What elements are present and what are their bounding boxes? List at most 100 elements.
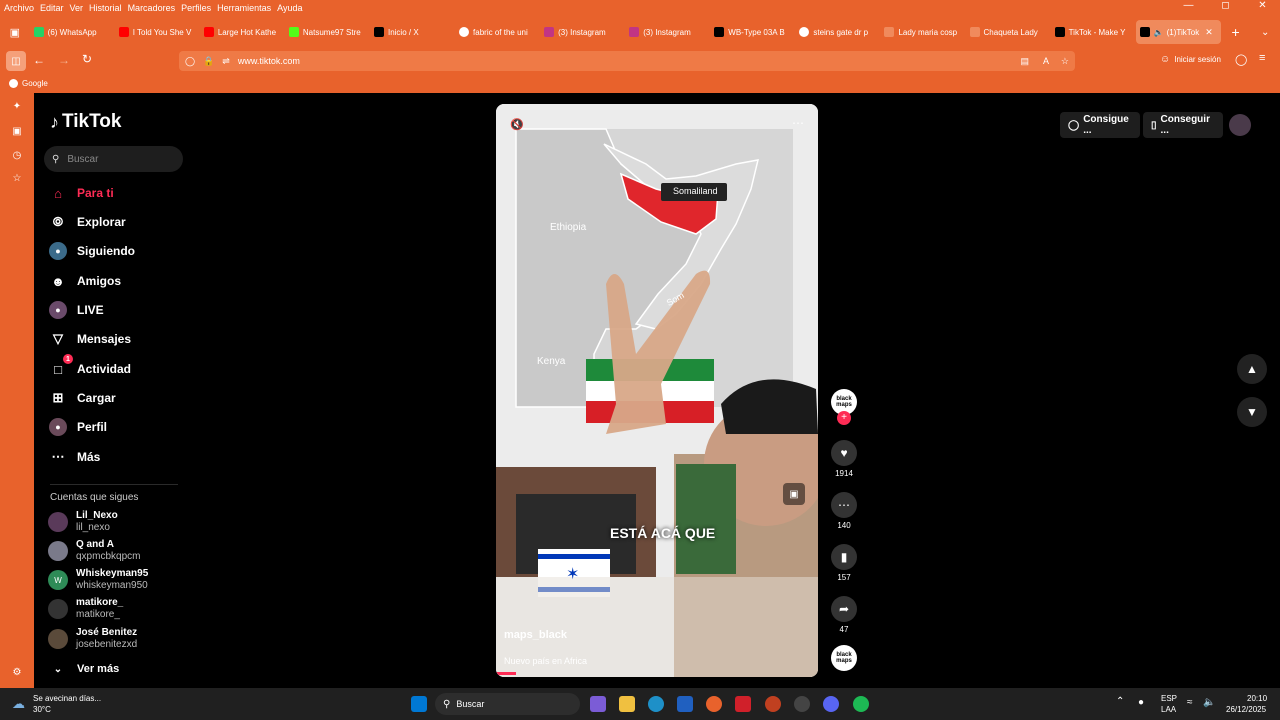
signin-button[interactable]: ☺ Iniciar sesión: [1160, 54, 1221, 65]
profile-avatar[interactable]: [1229, 114, 1251, 136]
nav-para-ti[interactable]: ⌂ Para ti: [49, 180, 209, 206]
nav-actividad[interactable]: □ 1 Actividad: [49, 354, 209, 382]
tray-chevron-icon[interactable]: ⌃: [1116, 696, 1124, 707]
share-button[interactable]: ➦ 47: [829, 596, 859, 634]
reload-icon[interactable]: ↻: [82, 52, 92, 66]
menu-marcadores[interactable]: Marcadores: [128, 3, 176, 13]
store-icon[interactable]: [677, 696, 693, 712]
spotify-icon[interactable]: [853, 696, 869, 712]
windows-start-icon[interactable]: [411, 696, 427, 712]
tab[interactable]: fabric of the uni: [455, 20, 540, 44]
edge-icon[interactable]: [648, 696, 664, 712]
nav-mas[interactable]: ⋯ Más: [49, 444, 209, 470]
nav-siguiendo[interactable]: ● Siguiendo: [49, 238, 209, 264]
tab[interactable]: steins gate dr p: [795, 20, 880, 44]
close-tab-icon[interactable]: ✕: [1205, 27, 1213, 38]
mute-icon[interactable]: 🔇: [510, 118, 524, 131]
synced-tabs-icon[interactable]: ▣: [11, 126, 23, 138]
permissions-icon[interactable]: ⇌: [222, 56, 230, 67]
menu-archivo[interactable]: Archivo: [4, 3, 34, 13]
keyboard-layout[interactable]: LAA: [1161, 705, 1176, 714]
more-options-icon[interactable]: ⋯: [792, 116, 804, 130]
pip-icon[interactable]: ▣: [783, 483, 805, 505]
shield-icon[interactable]: ◯: [185, 56, 195, 67]
menu-ayuda[interactable]: Ayuda: [277, 3, 302, 13]
bookmarks-icon[interactable]: ☆: [11, 173, 23, 185]
mic-icon[interactable]: ●: [1138, 697, 1144, 708]
file-explorer-icon[interactable]: [619, 696, 635, 712]
settings-gear-icon[interactable]: ⚙: [11, 667, 23, 679]
close-window-button[interactable]: ✕: [1247, 0, 1278, 11]
volume-icon[interactable]: 🔈: [1203, 697, 1215, 708]
menu-herramientas[interactable]: Herramientas: [217, 3, 271, 13]
menu-icon[interactable]: ≡: [1259, 52, 1265, 64]
following-item[interactable]: Lil_Nexo lil_nexo: [48, 508, 208, 536]
youtube-app-icon[interactable]: [735, 696, 751, 712]
extensions-icon[interactable]: ◯: [1235, 53, 1247, 66]
tab[interactable]: (3) Instagram: [540, 20, 625, 44]
see-more-link[interactable]: ⌄ Ver más: [49, 656, 209, 682]
tab[interactable]: I Told You She V: [115, 20, 200, 44]
weather-text[interactable]: Se avecinan días...: [33, 694, 101, 703]
url-bar[interactable]: ◯ 🔒 ⇌ www.tiktok.com ▤ A ☆: [179, 51, 1075, 71]
author-avatar[interactable]: black maps +: [829, 389, 859, 425]
reader-icon[interactable]: ▤: [1020, 56, 1029, 67]
back-icon[interactable]: ←: [33, 53, 45, 67]
nav-cargar[interactable]: ⊞ Cargar: [49, 385, 209, 411]
copilot-icon[interactable]: [590, 696, 606, 712]
tab[interactable]: (3) Instagram: [625, 20, 710, 44]
weather-icon[interactable]: ☁: [12, 696, 25, 712]
tab-overview-icon[interactable]: ▣: [0, 26, 30, 39]
steam-icon[interactable]: [794, 696, 810, 712]
sidebar-toggle-icon[interactable]: ◫: [6, 51, 26, 71]
bookmark-google[interactable]: Google: [22, 79, 48, 88]
language[interactable]: ESP: [1161, 694, 1177, 703]
wifi-icon[interactable]: ≈: [1187, 697, 1193, 708]
get-app-button[interactable]: ▯ Conseguir ...: [1143, 112, 1223, 138]
url-text[interactable]: www.tiktok.com: [238, 56, 300, 66]
menu-historial[interactable]: Historial: [89, 3, 122, 13]
nav-explorar[interactable]: ⦾ Explorar: [49, 209, 209, 235]
brave-icon[interactable]: [765, 696, 781, 712]
clock-time[interactable]: 20:10: [1247, 694, 1267, 703]
video-author[interactable]: maps_black: [504, 629, 567, 641]
video-player[interactable]: Somaliland Ethiopia Kenya Som 🔇 ⋯ ▣ ✶ ES…: [496, 104, 818, 677]
menu-editar[interactable]: Editar: [40, 3, 64, 13]
nav-perfil[interactable]: ● Perfil: [49, 414, 209, 440]
history-icon[interactable]: ◷: [11, 150, 23, 162]
follow-plus-icon[interactable]: +: [837, 411, 851, 425]
following-item[interactable]: matikore_ matikore_: [48, 595, 208, 623]
tab[interactable]: TikTok - Make Y: [1051, 20, 1136, 44]
tab-active[interactable]: 🔈 (1)TikTok ✕: [1135, 20, 1221, 44]
previous-video-button[interactable]: ▲: [1237, 354, 1267, 384]
nav-live[interactable]: ● LIVE: [49, 297, 209, 323]
forward-icon[interactable]: →: [58, 53, 70, 67]
following-item[interactable]: José Benitez josebenitezxd: [48, 625, 208, 653]
sound-avatar[interactable]: black maps: [829, 645, 859, 674]
clock-date[interactable]: 26/12/2025: [1226, 705, 1266, 714]
maximize-button[interactable]: ◻: [1210, 0, 1241, 11]
minimize-button[interactable]: —: [1173, 0, 1204, 11]
menu-ver[interactable]: Ver: [70, 3, 84, 13]
tiktok-logo[interactable]: ♪ TikTok: [50, 111, 121, 133]
tab-list-chevron-icon[interactable]: ⌄: [1250, 27, 1280, 38]
nav-mensajes[interactable]: ▽ Mensajes: [49, 326, 209, 352]
firefox-icon[interactable]: [706, 696, 722, 712]
translate-icon[interactable]: A: [1043, 56, 1049, 66]
nav-amigos[interactable]: ☻ Amigos: [49, 268, 209, 294]
tab[interactable]: Inicio / X: [370, 20, 455, 44]
search-input[interactable]: ⚲ Buscar: [44, 146, 183, 172]
menu-perfiles[interactable]: Perfiles: [181, 3, 211, 13]
tab[interactable]: Large Hot Kathe: [200, 20, 285, 44]
like-button[interactable]: ♥ 1914: [829, 440, 859, 478]
discord-icon[interactable]: [823, 696, 839, 712]
following-item[interactable]: Q and Aqxpmcbkqpcm: [48, 537, 208, 565]
save-button[interactable]: ▮ 157: [829, 544, 859, 582]
lock-icon[interactable]: 🔒: [203, 56, 214, 67]
tab[interactable]: Natsume97 Stre: [285, 20, 370, 44]
star-icon[interactable]: ☆: [1061, 56, 1069, 67]
tab[interactable]: Chaqueta Lady: [966, 20, 1051, 44]
get-coins-button[interactable]: ◯ Consigue ...: [1060, 112, 1140, 138]
tab[interactable]: WB-Type 03A B: [710, 20, 795, 44]
taskbar-search[interactable]: ⚲ Buscar: [435, 693, 580, 715]
